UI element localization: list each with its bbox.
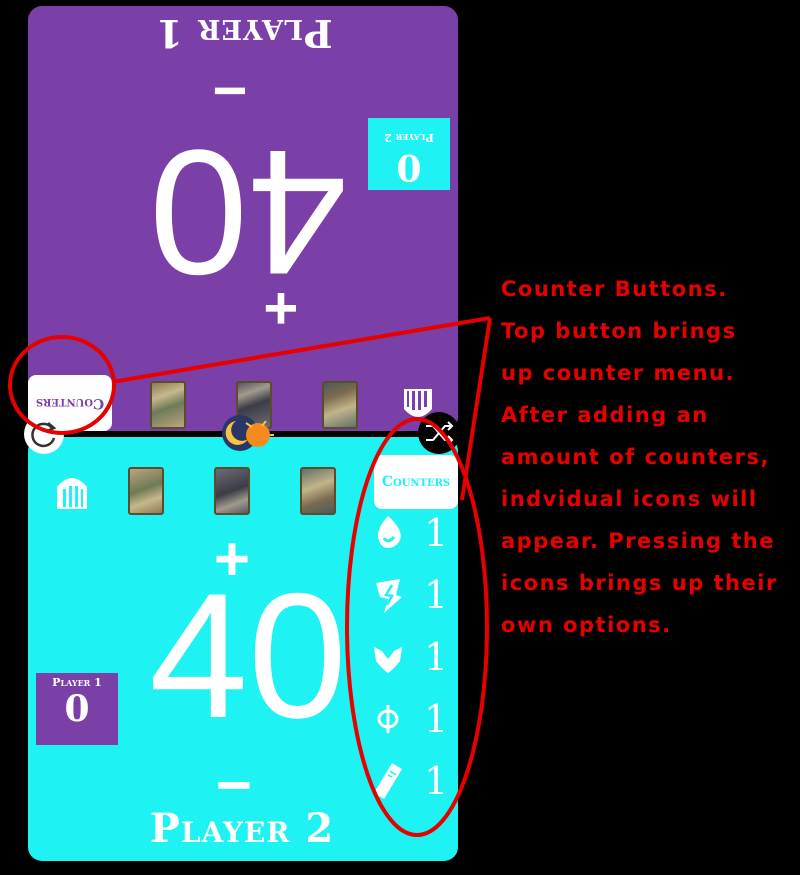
annotation-line: After adding an [501, 403, 709, 427]
annotation-line: Top button brings [501, 319, 737, 343]
annotation-text: Counter Buttons. Top button brings up co… [501, 268, 796, 646]
annotation-line: icons brings up their [501, 571, 778, 595]
annotation-line: appear. Pressing the [501, 529, 776, 553]
annotation-line: own options. [501, 613, 672, 637]
annotation-line: amount of counters, [501, 445, 770, 469]
annotation-line: indvidual icons will [501, 487, 758, 511]
annotation-line: Counter Buttons. [501, 277, 728, 301]
annotation-line: up counter menu. [501, 361, 736, 385]
